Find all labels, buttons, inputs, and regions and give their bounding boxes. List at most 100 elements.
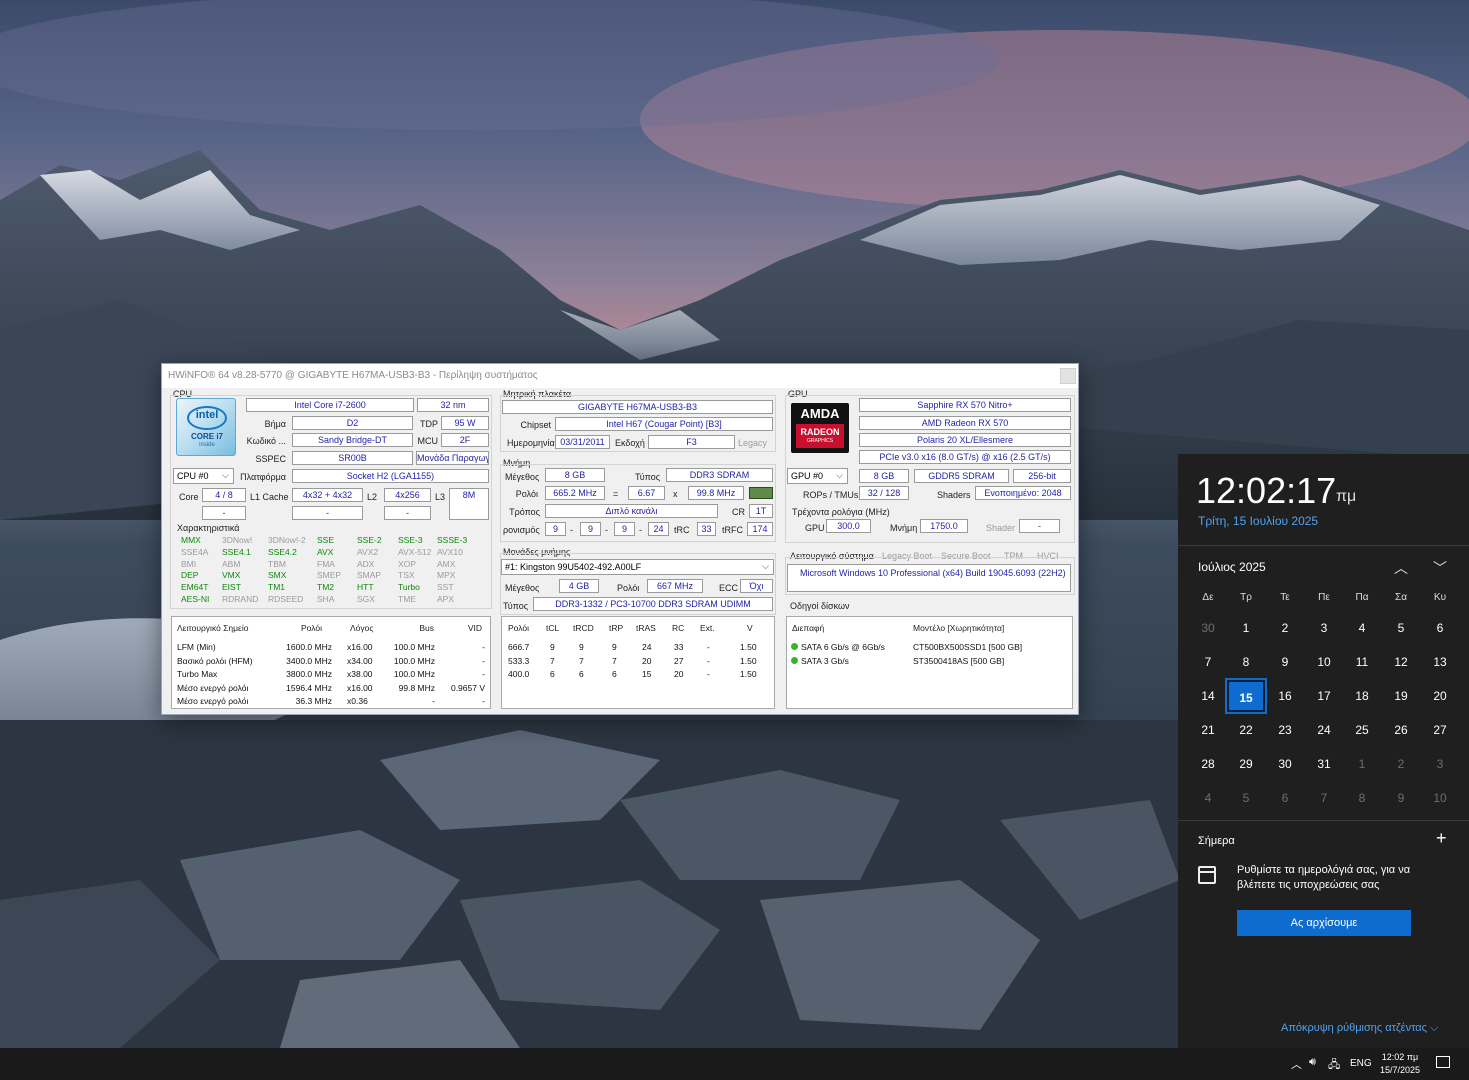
- chevron-down-icon[interactable]: ﹀: [1433, 558, 1447, 578]
- calendar-day[interactable]: 17: [1305, 680, 1343, 712]
- calendar-day[interactable]: 20: [1421, 680, 1459, 712]
- calendar-month-label[interactable]: Ιούλιος 2025: [1198, 560, 1266, 574]
- memory-size-field[interactable]: 8 GB: [545, 468, 605, 482]
- ecc-field[interactable]: Όχι: [740, 579, 773, 593]
- trc-field[interactable]: 33: [697, 522, 716, 536]
- memory-clock-field[interactable]: 665.2 MHz: [545, 486, 605, 500]
- calendar-day[interactable]: 29: [1227, 748, 1265, 780]
- tdp-field[interactable]: 95 W: [441, 416, 489, 430]
- calendar-day[interactable]: 25: [1343, 714, 1381, 746]
- l2-field[interactable]: 4x256: [384, 488, 431, 502]
- calendar-day[interactable]: 8: [1343, 782, 1381, 814]
- memory-bus-field[interactable]: 99.8 MHz: [688, 486, 744, 500]
- calendar-day[interactable]: 16: [1266, 680, 1304, 712]
- cpu-selector-dropdown[interactable]: CPU #0: [173, 468, 234, 484]
- trfc-field[interactable]: 174: [747, 522, 773, 536]
- core-field[interactable]: 4 / 8: [202, 488, 246, 502]
- mcu-field[interactable]: 2F: [441, 433, 489, 447]
- module-type-field[interactable]: DDR3-1332 / PC3-10700 DDR3 SDRAM UDIMM: [533, 597, 773, 611]
- timing-tcl-field[interactable]: 9: [545, 522, 566, 536]
- memory-module-dropdown[interactable]: #1: Kingston 99U5402-492.A00LF: [501, 559, 774, 575]
- gpu-clock-field[interactable]: 300.0: [826, 519, 871, 533]
- codename-field[interactable]: Sandy Bridge-DT: [292, 433, 413, 447]
- chevron-up-icon[interactable]: ︿: [1291, 1056, 1302, 1072]
- calendar-day[interactable]: 2: [1266, 612, 1304, 644]
- calendar-day[interactable]: 12: [1382, 646, 1420, 678]
- gpu-name-field[interactable]: AMD Radeon RX 570: [859, 416, 1071, 430]
- calendar-day[interactable]: 10: [1305, 646, 1343, 678]
- calendar-day[interactable]: 30: [1266, 748, 1304, 780]
- calendar-day[interactable]: 3: [1305, 612, 1343, 644]
- calendar-day[interactable]: 22: [1227, 714, 1265, 746]
- calendar-day[interactable]: 18: [1343, 680, 1381, 712]
- l3-field[interactable]: 8M: [449, 488, 489, 520]
- gpu-pcie-field[interactable]: PCIe v3.0 x16 (8.0 GT/s) @ x16 (2.5 GT/s…: [859, 450, 1071, 464]
- chipset-field[interactable]: Intel H67 (Cougar Point) [B3]: [555, 417, 773, 431]
- bios-date-field[interactable]: 03/31/2011: [555, 435, 610, 449]
- column-header[interactable]: RC: [672, 623, 684, 633]
- l1-cache-field[interactable]: 4x32 + 4x32: [292, 488, 363, 502]
- calendar-day[interactable]: 27: [1421, 714, 1459, 746]
- column-header[interactable]: tRAS: [636, 623, 656, 633]
- module-clock-field[interactable]: 667 MHz: [647, 579, 703, 593]
- calendar-day[interactable]: 28: [1189, 748, 1227, 780]
- column-header[interactable]: Μοντέλο [Χωρητικότητα]: [913, 623, 1004, 633]
- calendar-day[interactable]: 7: [1305, 782, 1343, 814]
- memory-type-field[interactable]: DDR3 SDRAM: [666, 468, 773, 482]
- memory-timing-table[interactable]: Ρολόι tCL tRCD tRP tRAS RC Ext. V 666.7 9 9 9 24 33 - 1…: [501, 616, 775, 709]
- language-indicator[interactable]: ENG: [1350, 1058, 1372, 1069]
- column-header[interactable]: VID: [454, 623, 482, 633]
- calendar-day[interactable]: 23: [1266, 714, 1304, 746]
- gpu-vram-type-field[interactable]: GDDR5 SDRAM: [914, 469, 1009, 483]
- full-date-link[interactable]: Τρίτη, 15 Ιουλίου 2025: [1198, 514, 1318, 528]
- shader-clock-field[interactable]: -: [1019, 519, 1060, 533]
- network-icon[interactable]: 🖧︎: [1328, 1056, 1340, 1075]
- notification-icon[interactable]: [1436, 1056, 1450, 1068]
- cpu-name-field[interactable]: Intel Core i7-2600: [246, 398, 414, 412]
- get-started-button[interactable]: Ας αρχίσουμε: [1237, 910, 1411, 936]
- calendar-day[interactable]: 6: [1266, 782, 1304, 814]
- module-size-field[interactable]: 4 GB: [559, 579, 599, 593]
- sspec-field[interactable]: SR00B: [292, 451, 413, 465]
- calendar-day[interactable]: 7: [1189, 646, 1227, 678]
- timing-trcd-field[interactable]: 9: [580, 522, 601, 536]
- column-header[interactable]: Λόγος: [350, 623, 373, 633]
- calendar-day[interactable]: 5: [1382, 612, 1420, 644]
- column-header[interactable]: tRCD: [573, 623, 594, 633]
- hide-agenda-link[interactable]: Απόκρυψη ρύθμισης ατζέντας ⌵: [1281, 1022, 1438, 1035]
- gpu-memory-clock-field[interactable]: 1750.0: [920, 519, 968, 533]
- chevron-up-icon[interactable]: ︿: [1394, 558, 1408, 578]
- column-header[interactable]: tRP: [609, 623, 623, 633]
- core-extra-field[interactable]: -: [202, 506, 246, 520]
- hwinfo-summary-window[interactable]: HWiNFO® 64 v8.28-5770 @ GIGABYTE H67MA-U…: [161, 363, 1079, 715]
- rops-tmus-field[interactable]: 32 / 128: [859, 486, 909, 500]
- column-header[interactable]: V: [747, 623, 753, 633]
- calendar-day[interactable]: 8: [1227, 646, 1265, 678]
- calendar-day[interactable]: 1: [1343, 748, 1381, 780]
- drives-table[interactable]: Διεπαφή Μοντέλο [Χωρητικότητα] SATA 6 Gb/s…: [786, 616, 1073, 709]
- calendar-day[interactable]: 30: [1189, 612, 1227, 644]
- window-titlebar[interactable]: HWiNFO® 64 v8.28-5770 @ GIGABYTE H67MA-U…: [162, 364, 1078, 388]
- column-header[interactable]: Διεπαφή: [792, 623, 824, 633]
- timing-trp-field[interactable]: 9: [614, 522, 635, 536]
- gpu-board-field[interactable]: Sapphire RX 570 Nitro+: [859, 398, 1071, 412]
- os-name-field[interactable]: Microsoft Windows 10 Professional (x64) …: [787, 564, 1071, 592]
- calendar-day[interactable]: 11: [1343, 646, 1381, 678]
- calendar-day[interactable]: 4: [1343, 612, 1381, 644]
- calendar-day[interactable]: 5: [1227, 782, 1265, 814]
- add-event-icon[interactable]: +: [1436, 828, 1447, 849]
- production-unit-field[interactable]: Μονάδα Παραγωγ: [416, 451, 489, 465]
- motherboard-name-field[interactable]: GIGABYTE H67MA-USB3-B3: [502, 400, 773, 414]
- calendar-day[interactable]: 21: [1189, 714, 1227, 746]
- bios-version-field[interactable]: F3: [648, 435, 735, 449]
- l1-extra-field[interactable]: -: [292, 506, 363, 520]
- column-header[interactable]: tCL: [546, 623, 559, 633]
- gpu-selector-dropdown[interactable]: GPU #0: [787, 468, 848, 484]
- calendar-day[interactable]: 9: [1266, 646, 1304, 678]
- column-header[interactable]: Ρολόι: [508, 623, 529, 633]
- memory-mode-field[interactable]: Διπλό κανάλι: [545, 504, 718, 518]
- column-header[interactable]: Ρολόι: [288, 623, 322, 633]
- calendar-day[interactable]: 2: [1382, 748, 1420, 780]
- column-header[interactable]: Bus: [396, 623, 434, 633]
- taskbar-clock[interactable]: 12:02 πμ 15/7/2025: [1372, 1051, 1428, 1077]
